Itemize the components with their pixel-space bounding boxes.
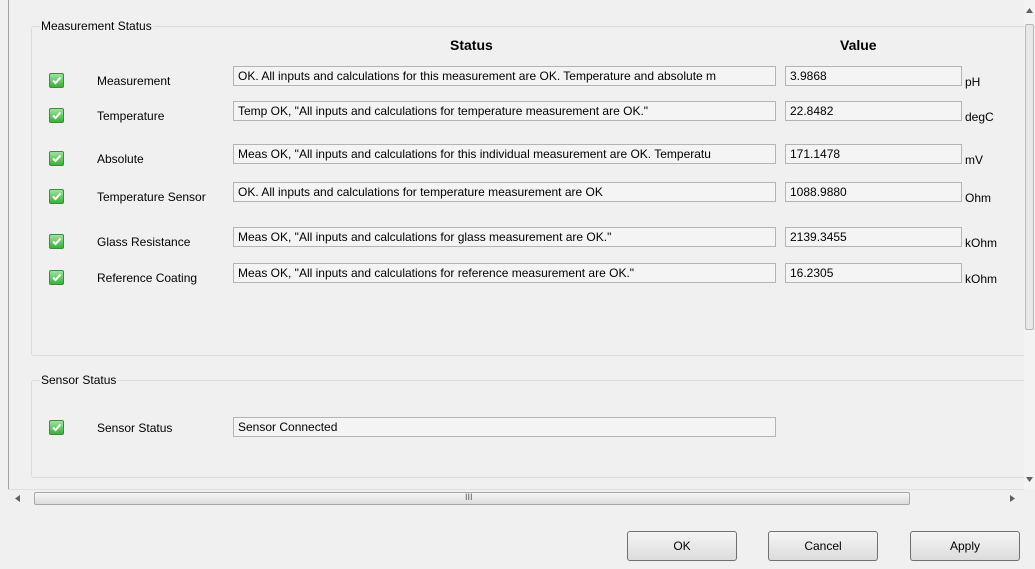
row-unit: Ohm	[965, 191, 992, 205]
row-status-field: Meas OK, "All inputs and calculations fo…	[233, 144, 776, 164]
scroll-left-arrow-icon[interactable]	[15, 495, 20, 502]
row-label: Temperature Sensor	[97, 190, 206, 204]
row-value-field: 16.2305	[785, 263, 962, 283]
row-label: Absolute	[97, 152, 144, 166]
sensor-status-label: Sensor Status	[97, 421, 173, 435]
sensor-status-field: Sensor Connected	[233, 417, 776, 437]
apply-button[interactable]: Apply	[910, 531, 1020, 561]
row-label: Reference Coating	[97, 271, 198, 285]
row-value-field: 1088.9880	[785, 182, 962, 202]
measurement-status-title: Measurement Status	[40, 19, 153, 33]
row-check-icon	[49, 189, 64, 204]
row-check-icon	[49, 108, 64, 123]
row-unit: degC	[965, 110, 994, 124]
horizontal-scroll-thumb[interactable]: III	[34, 492, 910, 505]
row-unit: mV	[965, 153, 983, 167]
row-check-icon	[49, 73, 64, 88]
row-check-icon	[49, 234, 64, 249]
cancel-button[interactable]: Cancel	[768, 531, 878, 561]
scroll-up-arrow-icon[interactable]	[1026, 8, 1033, 13]
sensor-status-title: Sensor Status	[40, 373, 118, 387]
row-label: Measurement	[97, 74, 171, 88]
row-status-field: OK. All inputs and calculations for this…	[233, 66, 776, 86]
sensor-status-check-icon	[49, 420, 64, 435]
horizontal-scrollbar[interactable]: III	[8, 489, 1024, 507]
row-check-icon	[49, 151, 64, 166]
row-value-field: 171.1478	[785, 144, 962, 164]
scroll-right-arrow-icon[interactable]	[1010, 495, 1015, 502]
row-label: Temperature	[97, 109, 165, 123]
scroll-down-arrow-icon[interactable]	[1026, 477, 1033, 482]
row-unit: kOhm	[965, 272, 998, 286]
row-label: Glass Resistance	[97, 235, 191, 249]
ok-button[interactable]: OK	[627, 531, 737, 561]
row-unit: kOhm	[965, 236, 998, 250]
vertical-scrollbar[interactable]	[1024, 0, 1035, 489]
row-value-field: 2139.3455	[785, 227, 962, 247]
row-value-field: 22.8482	[785, 101, 962, 121]
row-unit: pH	[965, 75, 981, 89]
row-status-field: OK. All inputs and calculations for temp…	[233, 182, 776, 202]
row-status-field: Temp OK, "All inputs and calculations fo…	[233, 101, 776, 121]
vertical-scroll-thumb[interactable]	[1025, 24, 1034, 330]
row-value-field: 3.9868	[785, 66, 962, 86]
status-column-header: Status	[450, 37, 493, 53]
scroll-area: Measurement Status Status Value Measurem…	[8, 0, 1025, 489]
row-status-field: Meas OK, "All inputs and calculations fo…	[233, 263, 776, 283]
value-column-header: Value	[840, 37, 877, 53]
row-check-icon	[49, 270, 64, 285]
scroll-grip-icon: III	[465, 492, 473, 502]
row-status-field: Meas OK, "All inputs and calculations fo…	[233, 227, 776, 247]
